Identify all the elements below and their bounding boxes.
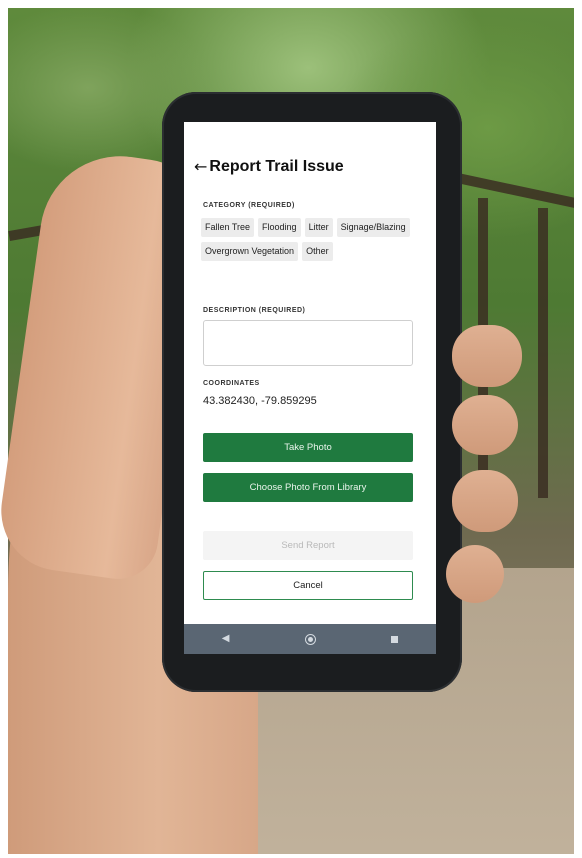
- coordinates-label: COORDINATES: [203, 380, 260, 387]
- description-label: DESCRIPTION (REQUIRED): [203, 307, 306, 314]
- nav-recents-icon[interactable]: [391, 635, 399, 643]
- nav-back-icon[interactable]: ◀: [222, 634, 230, 644]
- railing-post: [538, 208, 548, 498]
- app-header: ← Report Trail Issue: [194, 158, 344, 176]
- chip-other[interactable]: Other: [302, 242, 333, 261]
- chip-flooding[interactable]: Flooding: [258, 218, 301, 237]
- description-input[interactable]: [203, 320, 413, 366]
- cancel-button[interactable]: Cancel: [203, 571, 413, 600]
- chip-signage-blazing[interactable]: Signage/Blazing: [336, 218, 410, 237]
- page-title: Report Trail Issue: [209, 158, 344, 175]
- phone-screen: ← Report Trail Issue CATEGORY (REQUIRED)…: [184, 122, 436, 654]
- railing: [458, 173, 574, 213]
- nav-home-icon[interactable]: [304, 633, 316, 645]
- take-photo-button[interactable]: Take Photo: [203, 433, 413, 462]
- finger: [452, 325, 522, 387]
- finger: [452, 395, 518, 455]
- chip-fallen-tree[interactable]: Fallen Tree: [201, 218, 255, 237]
- chip-litter[interactable]: Litter: [304, 218, 333, 237]
- choose-photo-button[interactable]: Choose Photo From Library: [203, 473, 413, 502]
- category-chips: Fallen Tree Flooding Litter Signage/Blaz…: [201, 218, 423, 261]
- arrow-left-icon[interactable]: ←: [194, 159, 207, 175]
- finger: [452, 470, 518, 532]
- finger: [446, 545, 504, 603]
- chip-overgrown-vegetation[interactable]: Overgrown Vegetation: [201, 242, 299, 261]
- android-nav-bar: ◀: [184, 624, 436, 654]
- phone-device: ← Report Trail Issue CATEGORY (REQUIRED)…: [162, 92, 462, 692]
- category-label: CATEGORY (REQUIRED): [203, 202, 295, 209]
- coordinates-value: 43.382430, -79.859295: [203, 395, 317, 407]
- send-report-button[interactable]: Send Report: [203, 531, 413, 560]
